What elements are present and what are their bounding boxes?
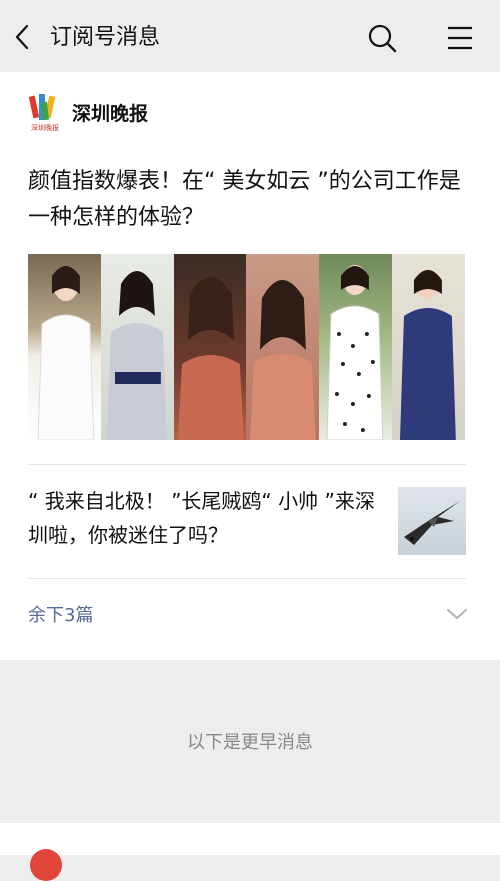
next-message-card[interactable] bbox=[0, 823, 500, 881]
divider bbox=[28, 578, 466, 579]
cover-photo-3 bbox=[173, 254, 247, 440]
back-button[interactable] bbox=[10, 22, 34, 52]
chevron-down-icon bbox=[447, 609, 467, 619]
article-cover-image[interactable] bbox=[28, 254, 465, 440]
top-bar: 订阅号消息 bbox=[0, 0, 500, 72]
logo-icon: 深圳晚报 bbox=[28, 94, 59, 132]
cover-photo-2 bbox=[100, 254, 174, 440]
menu-button[interactable] bbox=[444, 22, 476, 54]
publisher-name: 深圳晚报 bbox=[72, 102, 149, 125]
avatar bbox=[30, 849, 62, 881]
message-card: 深圳晚报 深圳晚报 颜值指数爆表！在“ 美女如云 ”的公司工作是一种怎样的体验？ bbox=[0, 72, 500, 660]
publisher-row[interactable]: 深圳晚报 深圳晚报 bbox=[28, 90, 148, 134]
page-title: 订阅号消息 bbox=[50, 25, 161, 50]
article-thumbnail[interactable] bbox=[398, 487, 466, 555]
article-headline[interactable]: 颜值指数爆表！在“ 美女如云 ”的公司工作是一种怎样的体验？ bbox=[28, 164, 472, 236]
earlier-messages-notice: 以下是更早消息 bbox=[187, 732, 313, 753]
cover-photo-4 bbox=[246, 254, 320, 440]
more-articles-label: 余下3篇 bbox=[28, 605, 94, 626]
search-icon bbox=[368, 24, 397, 53]
cover-photo-5 bbox=[319, 254, 393, 440]
divider bbox=[28, 464, 466, 465]
article-title-2[interactable]: “ 我来自北极！ ”长尾贼鸥“ 小帅 ”来深圳啦，你被迷住了吗？ bbox=[28, 484, 378, 552]
chevron-left-icon bbox=[15, 24, 29, 50]
menu-icon bbox=[448, 26, 472, 50]
cover-photo-1 bbox=[28, 254, 101, 440]
more-articles-row[interactable]: 余下3篇 bbox=[28, 599, 468, 629]
search-button[interactable] bbox=[366, 22, 398, 54]
bird-image bbox=[404, 501, 460, 545]
cover-photo-6 bbox=[392, 254, 465, 440]
logo-text: 深圳晚报 bbox=[31, 123, 59, 132]
publisher-logo: 深圳晚报 bbox=[28, 92, 62, 132]
